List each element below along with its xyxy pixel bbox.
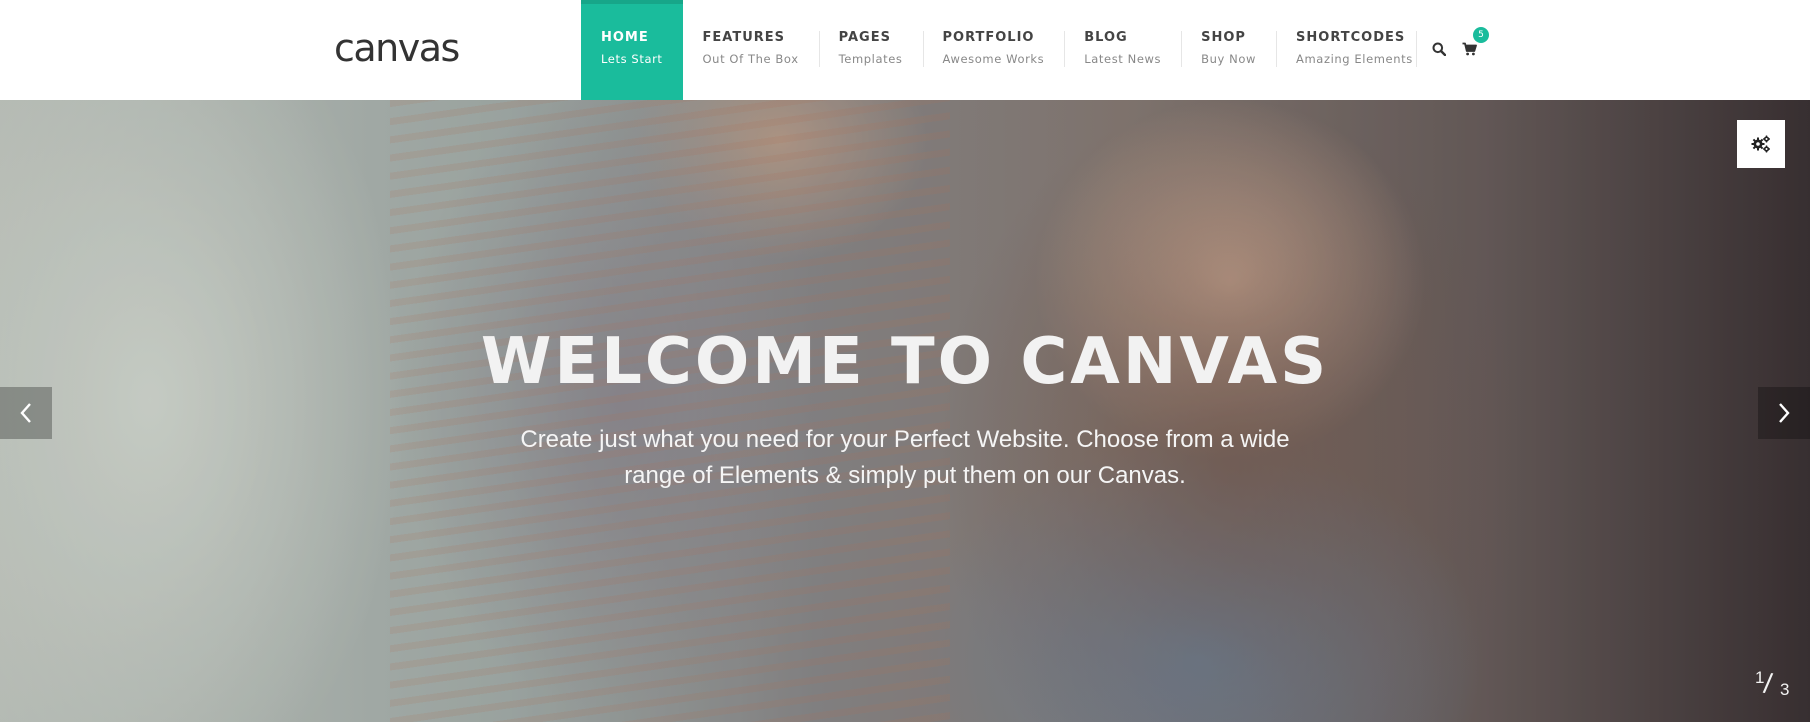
hero-overlay xyxy=(0,100,1810,722)
nav-divider xyxy=(1181,31,1183,67)
logo[interactable]: canvas xyxy=(334,24,460,72)
nav-item-pages[interactable]: PAGES Templates xyxy=(818,0,923,100)
nav-item-label: FEATURES xyxy=(702,30,786,45)
search-icon[interactable] xyxy=(1432,42,1447,57)
slide-counter: 1 / 3 xyxy=(1752,660,1802,700)
nav-item-sublabel: Latest News xyxy=(1084,52,1162,66)
chevron-left-icon xyxy=(20,403,31,423)
nav-divider xyxy=(818,31,820,67)
hero-description: Create just what you need for your Perfe… xyxy=(520,426,1290,489)
nav-item-sublabel: Templates xyxy=(838,52,903,66)
nav-item-sublabel: Buy Now xyxy=(1201,52,1257,66)
nav-item-label: PAGES xyxy=(838,30,891,45)
nav-item-label: HOME xyxy=(601,30,649,45)
site-header: canvas HOME Lets Start FEATURES Out Of T… xyxy=(0,0,1810,100)
hero-slider: WELCOME TO CANVAS Create just what you n… xyxy=(0,100,1810,722)
nav-item-sublabel: Amazing Elements xyxy=(1296,52,1413,66)
main-nav: HOME Lets Start FEATURES Out Of The Box … xyxy=(581,0,1433,100)
slider-next-button[interactable] xyxy=(1758,387,1810,439)
nav-item-features[interactable]: FEATURES Out Of The Box xyxy=(683,0,819,100)
nav-item-label: SHORTCODES xyxy=(1296,30,1406,45)
nav-item-shop[interactable]: SHOP Buy Now xyxy=(1181,0,1276,100)
nav-item-home[interactable]: HOME Lets Start xyxy=(581,0,683,100)
nav-divider xyxy=(1416,31,1417,67)
cart-count-badge: 5 xyxy=(1473,27,1489,43)
nav-divider xyxy=(1276,31,1278,67)
gears-icon xyxy=(1751,135,1770,153)
nav-item-sublabel: Out Of The Box xyxy=(702,52,799,66)
nav-item-sublabel: Lets Start xyxy=(601,52,663,66)
nav-item-label: BLOG xyxy=(1084,30,1128,45)
style-settings-button[interactable] xyxy=(1737,120,1785,168)
slider-prev-button[interactable] xyxy=(0,387,52,439)
nav-item-label: SHOP xyxy=(1201,30,1246,45)
nav-item-shortcodes[interactable]: SHORTCODES Amazing Elements xyxy=(1276,0,1433,100)
nav-item-sublabel: Awesome Works xyxy=(942,52,1045,66)
nav-divider xyxy=(1064,31,1066,67)
slide-total: 3 xyxy=(1780,680,1790,699)
nav-item-blog[interactable]: BLOG Latest News xyxy=(1064,0,1181,100)
cart-icon[interactable]: 5 xyxy=(1462,27,1489,56)
nav-item-label: PORTFOLIO xyxy=(942,30,1035,45)
chevron-right-icon xyxy=(1779,403,1790,423)
hero-title: WELCOME TO CANVAS xyxy=(480,325,1330,399)
nav-divider xyxy=(922,31,924,67)
header-tools: 5 xyxy=(1416,27,1492,67)
nav-item-portfolio[interactable]: PORTFOLIO Awesome Works xyxy=(922,0,1065,100)
